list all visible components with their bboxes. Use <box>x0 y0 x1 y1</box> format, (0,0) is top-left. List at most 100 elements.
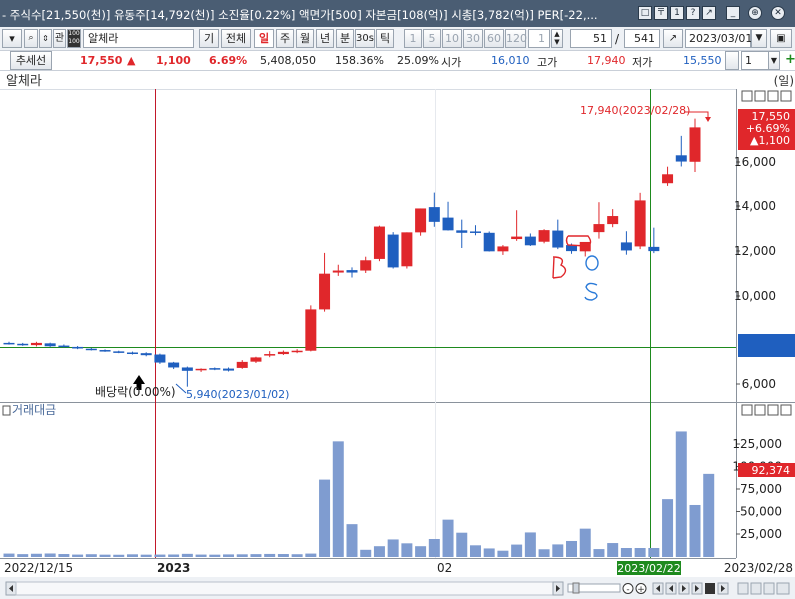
volume-bar <box>662 499 674 557</box>
candle <box>373 225 385 262</box>
dividend-label: 배당락(0.00%) <box>95 385 176 399</box>
volume-bar <box>346 524 358 557</box>
volume-bar <box>552 544 564 557</box>
volume-bar <box>579 528 591 557</box>
interval-spin[interactable]: ▲ ▼ <box>551 29 563 48</box>
candle-body <box>277 351 289 355</box>
candle <box>634 192 646 250</box>
candle-body <box>511 236 523 240</box>
volume-bar <box>223 554 235 557</box>
zoom-slider-thumb[interactable] <box>572 582 580 594</box>
scroll-track[interactable] <box>15 581 554 596</box>
volume-bar <box>85 554 97 557</box>
volume-bar <box>236 554 248 557</box>
volume-bar <box>373 546 385 557</box>
volume-bar <box>209 554 221 557</box>
interval-60-button[interactable]: 60 <box>484 29 504 48</box>
stock-name-input[interactable]: 알체라 <box>83 29 194 48</box>
low-label: 저가 <box>632 56 653 69</box>
spin-dropdown[interactable]: ▼ <box>768 51 780 70</box>
count-input[interactable]: 51 <box>570 29 612 48</box>
interval-input[interactable]: 1 <box>528 29 550 48</box>
pan-right-button[interactable] <box>750 582 762 595</box>
window-icon[interactable]: ▣ <box>770 29 792 48</box>
candle-body <box>126 352 138 355</box>
last-volume-text: 92,374 <box>752 464 791 477</box>
color-box[interactable] <box>725 51 739 70</box>
spin-input[interactable]: 1 <box>741 51 769 70</box>
help-button[interactable]: ? <box>686 6 700 20</box>
crosshair-date-text: 2023/02/22 <box>617 562 680 575</box>
move-icon[interactable]: ⊕ <box>748 6 762 20</box>
grid-icon[interactable]: 100 100 <box>67 29 81 48</box>
chart-trend-icon[interactable]: ↗ <box>663 29 683 48</box>
search-icon[interactable]: ⌕ <box>24 29 38 48</box>
fit-button[interactable] <box>776 582 790 595</box>
period-basic-button[interactable]: 기 <box>199 29 219 48</box>
interval-1-button[interactable]: 1 <box>404 29 422 48</box>
volume-bar <box>387 539 399 557</box>
period-day-button[interactable]: 일 <box>254 29 274 48</box>
expand-button[interactable] <box>763 582 775 595</box>
nav-stop-button[interactable] <box>705 583 715 594</box>
candle-body <box>634 200 646 247</box>
screen-number-button[interactable]: 1 <box>670 6 684 20</box>
period-month-button[interactable]: 월 <box>296 29 314 48</box>
volume-bar <box>689 504 701 557</box>
interval-30-button[interactable]: 30 <box>463 29 483 48</box>
current-price: 17,550 <box>80 54 123 67</box>
period-minute-button[interactable]: 분 <box>336 29 354 48</box>
candle-body <box>154 354 166 363</box>
x-axis-label: 2023 <box>157 561 190 575</box>
trendline-button[interactable]: 추세선 <box>10 51 52 70</box>
link-button[interactable]: ↗ <box>702 6 716 20</box>
candle-body <box>675 155 687 162</box>
candle-body <box>236 361 248 368</box>
y-tick-label: 10,000 <box>734 289 776 303</box>
volume-panel-title: 거래대금 <box>12 403 56 417</box>
candle-body <box>181 367 193 371</box>
interval-120-button[interactable]: 120 <box>505 29 527 48</box>
stepper-icon[interactable]: ⇕ <box>39 29 52 48</box>
minimize-button[interactable]: _ <box>726 6 740 20</box>
volume-panel-toggle-icon[interactable] <box>2 405 11 416</box>
candle-body <box>552 230 564 248</box>
interval-10-button[interactable]: 10 <box>442 29 462 48</box>
interval-5-button[interactable]: 5 <box>423 29 441 48</box>
candle-body <box>30 342 42 346</box>
close-button[interactable]: ✕ <box>771 6 785 20</box>
turnover-rate: 25.09% <box>397 54 439 67</box>
calendar-dropdown[interactable]: ▼ <box>751 29 767 48</box>
pan-left-button[interactable] <box>737 582 749 595</box>
volume-bar <box>319 479 331 557</box>
period-all-button[interactable]: 전체 <box>221 29 251 48</box>
candle-body <box>360 260 372 271</box>
menu-dropdown[interactable]: ▾ <box>2 29 22 48</box>
chart-svg[interactable]: 알체라 (일) 거래대금 16,000 14,000 12,000 10,000 6,0… <box>0 71 795 599</box>
candle <box>538 229 550 244</box>
period-week-button[interactable]: 주 <box>276 29 294 48</box>
candle-body <box>58 345 70 348</box>
title-bar: - 주식수[21,550(천)] 유동주[14,792(천)] 소진율[0.22… <box>0 0 795 27</box>
candle-body <box>442 217 454 231</box>
date-input[interactable]: 2023/03/01 <box>685 29 752 48</box>
candle-body <box>373 226 385 259</box>
volume-bar <box>620 548 632 557</box>
volume-bar <box>593 549 605 557</box>
high-label: 고가 <box>537 56 558 69</box>
candle-body <box>415 208 427 233</box>
pin-button[interactable]: 〒 <box>654 6 668 20</box>
volume-bar <box>566 540 578 557</box>
period-tick-button[interactable]: 틱 <box>376 29 394 48</box>
candle-body <box>648 246 660 252</box>
restore-button[interactable]: □ <box>638 6 652 20</box>
candle-body <box>332 270 344 273</box>
stock-code-label[interactable]: 관 <box>53 29 66 48</box>
period-30s-button[interactable]: 30s <box>355 29 375 48</box>
volume-bar <box>538 549 550 557</box>
add-icon[interactable]: + <box>785 52 795 67</box>
x-axis-label: 2022/12/15 <box>4 561 73 575</box>
candle-body <box>44 343 56 347</box>
candle-body <box>291 350 303 353</box>
period-year-button[interactable]: 년 <box>316 29 334 48</box>
